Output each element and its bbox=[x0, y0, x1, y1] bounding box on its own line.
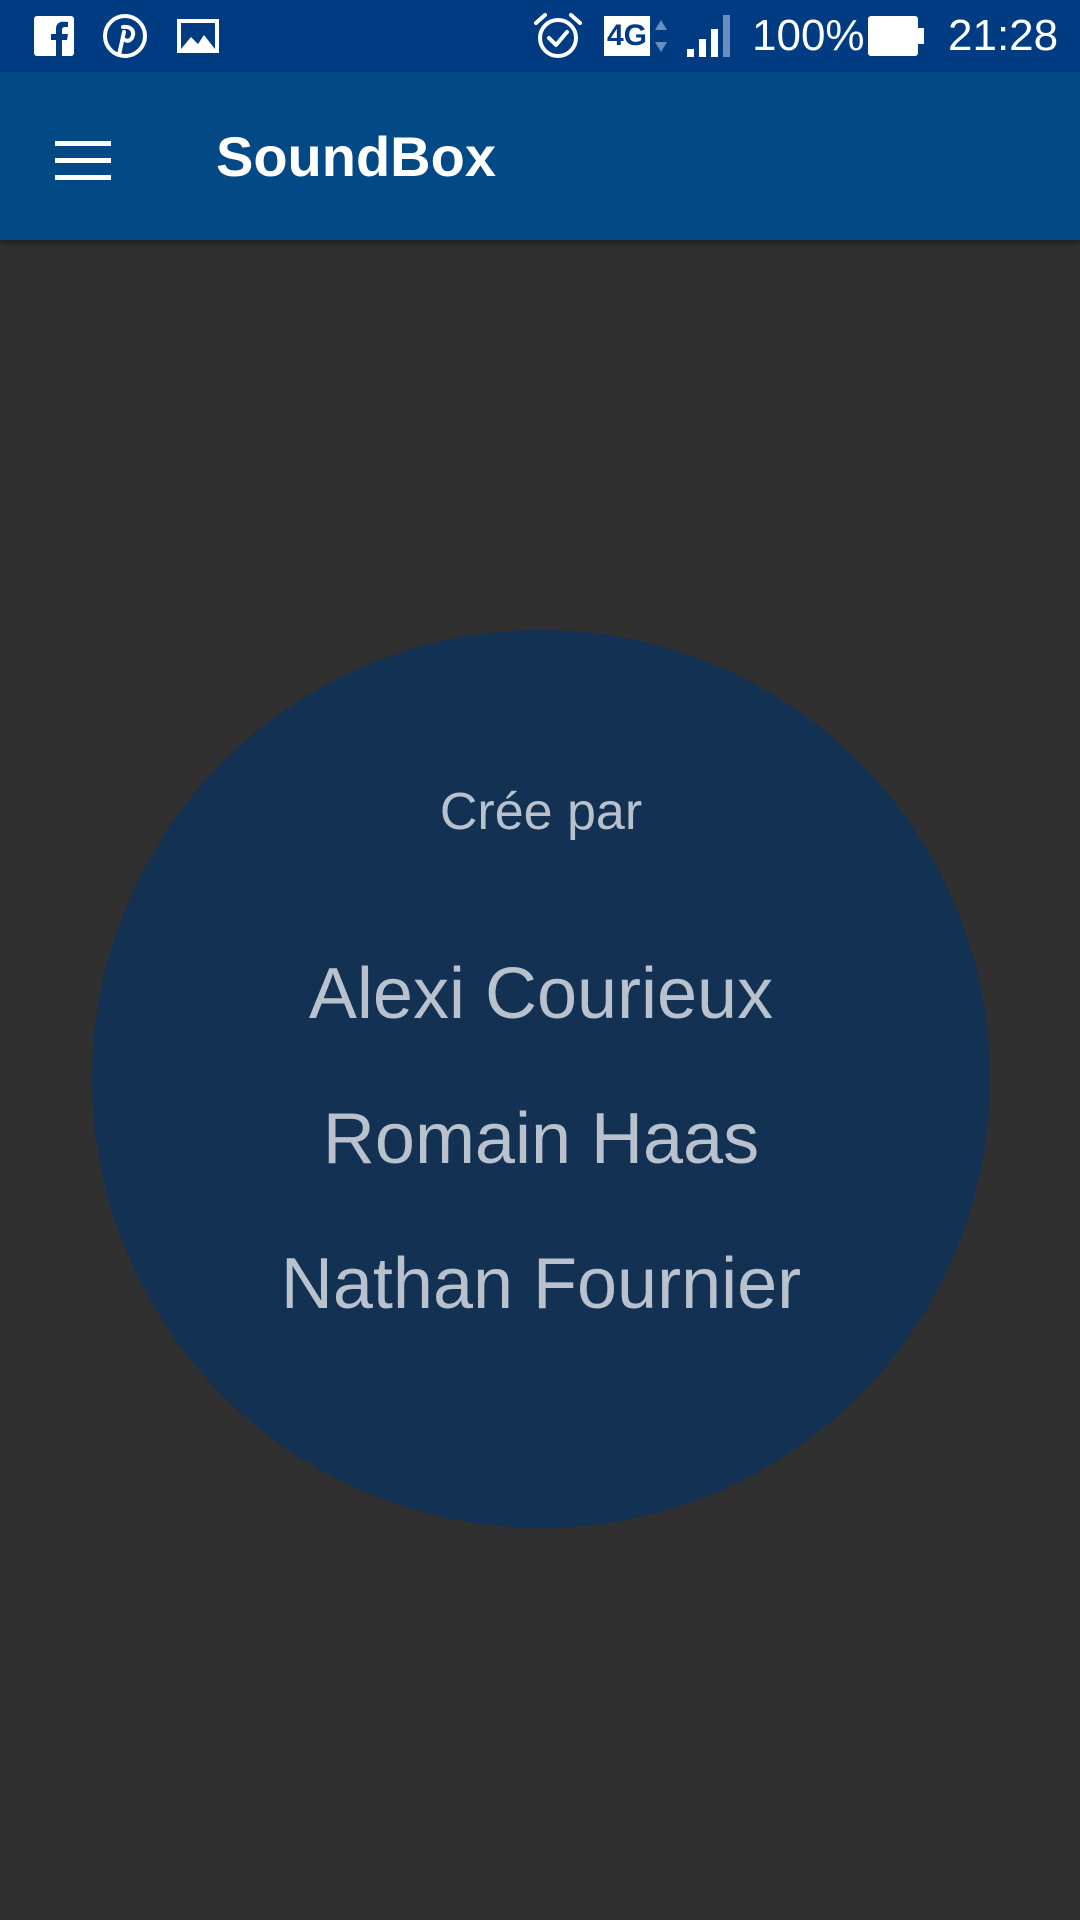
status-bar: 4G 100% 21:28 bbox=[0, 0, 1080, 72]
gallery-icon bbox=[176, 12, 220, 60]
author-name: Nathan Fournier bbox=[280, 1244, 802, 1324]
credits-circle: Crée par Alexi Courieux Romain Haas Nath… bbox=[92, 630, 990, 1528]
app-title: SoundBox bbox=[216, 125, 496, 188]
clock-time: 21:28 bbox=[948, 11, 1059, 60]
author-name: Alexi Courieux bbox=[308, 954, 774, 1034]
network-type-label: 4G bbox=[603, 16, 651, 56]
hamburger-menu-icon bbox=[55, 141, 111, 180]
app-bar: SoundBox bbox=[0, 72, 1080, 240]
battery-icon bbox=[866, 12, 926, 60]
data-activity-icon bbox=[655, 20, 668, 52]
battery-percent: 100% bbox=[752, 11, 865, 60]
about-screen: 4G 100% 21:28 SoundBox Crée par Alexi Co… bbox=[0, 0, 1080, 1920]
credits-heading: Crée par bbox=[439, 783, 643, 841]
signal-icon bbox=[684, 12, 736, 60]
menu-button[interactable] bbox=[40, 116, 128, 204]
author-name: Romain Haas bbox=[322, 1099, 760, 1179]
network-type-icon: 4G bbox=[602, 12, 670, 60]
facebook-icon bbox=[30, 12, 78, 60]
pinterest-icon bbox=[100, 12, 150, 60]
alarm-icon bbox=[530, 12, 586, 60]
